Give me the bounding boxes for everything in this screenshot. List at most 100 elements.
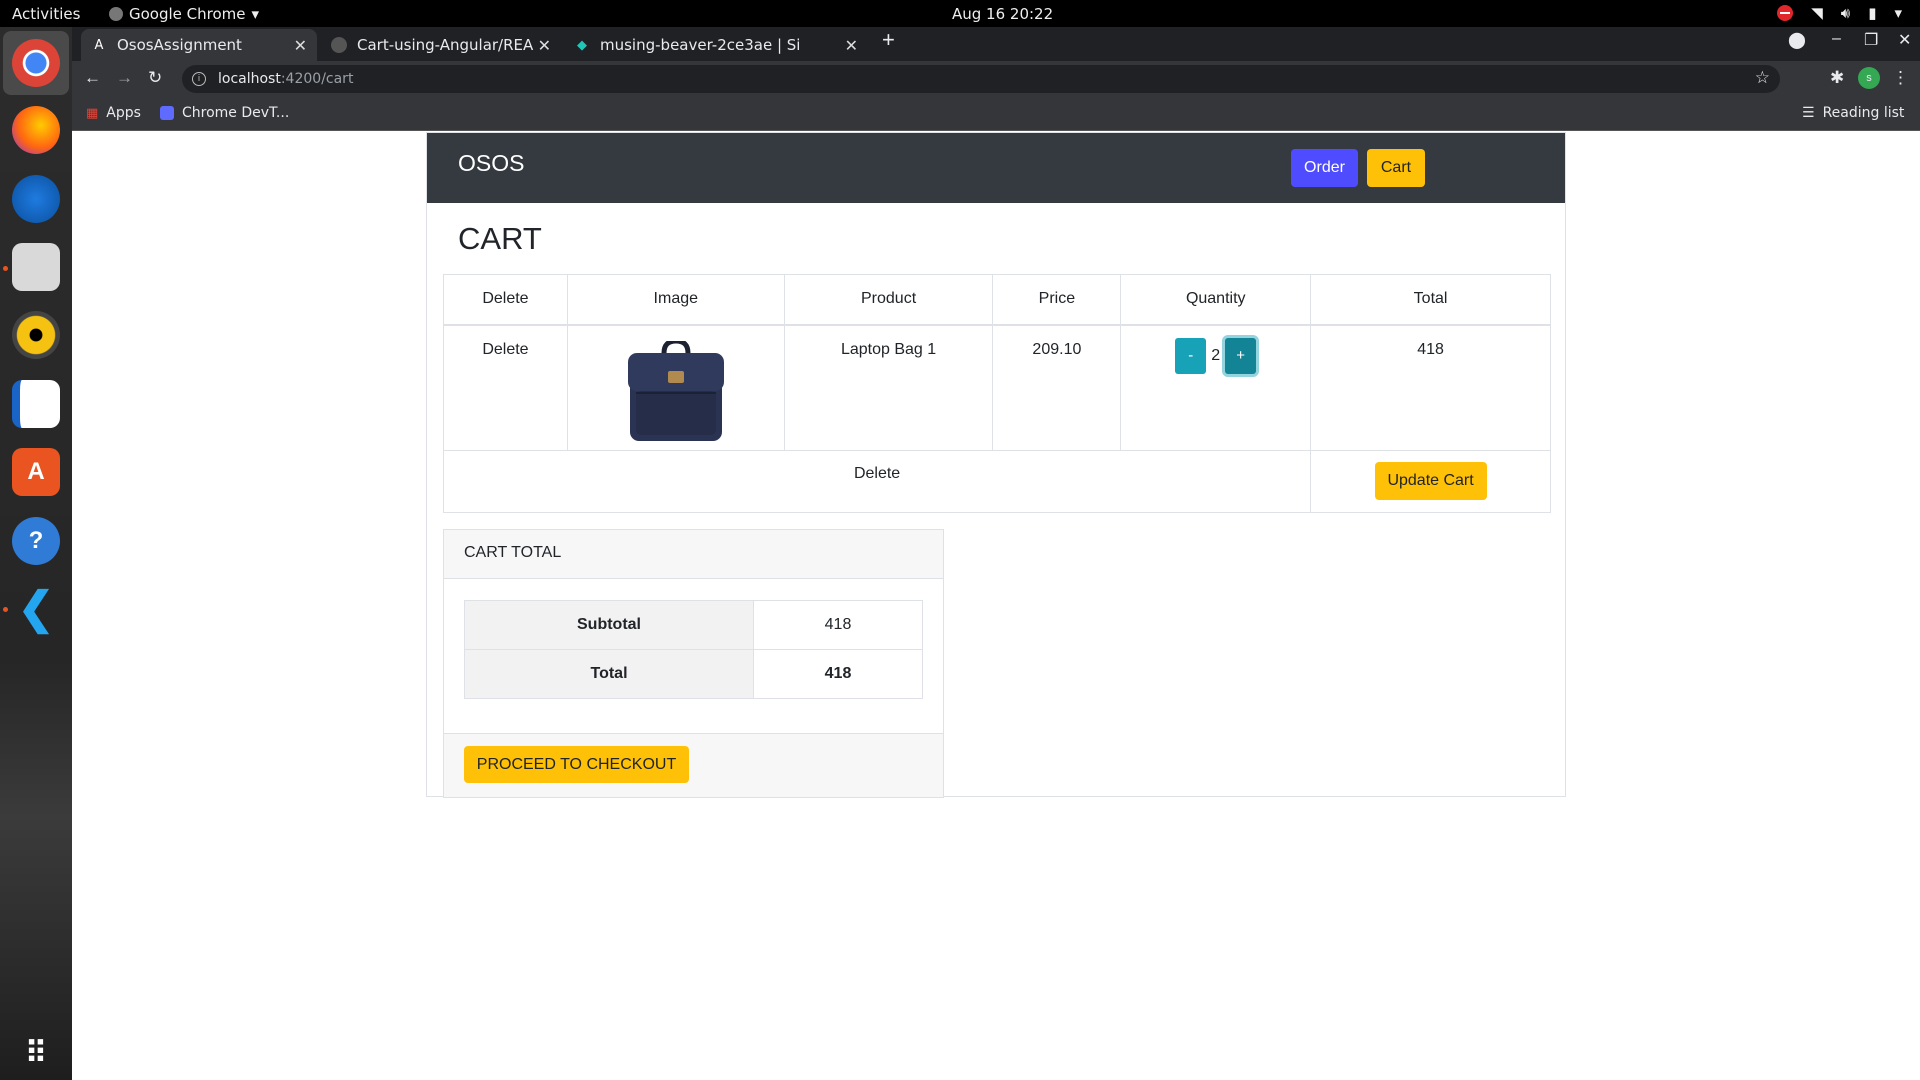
bookmark-chrome-devtools[interactable]: Chrome DevT... (160, 105, 289, 121)
libreoffice-writer-dock-icon[interactable] (12, 380, 60, 428)
reading-list-label: Reading list (1822, 105, 1905, 121)
system-tray[interactable]: ◥ 🔊︎ ▮ ▾ (1777, 4, 1902, 22)
totals-table: Subtotal 418 Total 418 (464, 600, 923, 699)
column-header-product: Product (783, 274, 994, 326)
proceed-to-checkout-button[interactable]: PROCEED TO CHECKOUT (464, 746, 689, 783)
help-dock-icon[interactable]: ? (12, 517, 60, 565)
show-apps-icon[interactable]: ⠿ (12, 1029, 60, 1077)
laptop-bag-image (627, 337, 724, 441)
subtotal-label: Subtotal (464, 600, 754, 650)
brand[interactable]: OSOS (458, 150, 524, 177)
tab-title: Cart-using-Angular/READ (357, 36, 545, 54)
site-info-icon[interactable]: i (192, 72, 206, 86)
close-window-icon[interactable]: ✕ (1898, 30, 1911, 50)
column-header-quantity: Quantity (1120, 274, 1312, 326)
quantity-stepper: - 2 + (1175, 337, 1257, 374)
order-button[interactable]: Order (1291, 149, 1358, 187)
url-path: :4200/cart (280, 71, 354, 87)
power-menu-icon: ▾ (1894, 4, 1902, 22)
navbar: OSOS Order Cart (427, 133, 1565, 203)
delete-item-link[interactable]: Delete (482, 341, 528, 358)
app-menu[interactable]: Google Chrome ▾ (109, 5, 259, 23)
volume-icon: 🔊︎ (1840, 4, 1851, 22)
close-tab-icon[interactable]: ✕ (294, 36, 307, 55)
tab-ososassignment[interactable]: A OsosAssignment ✕ (81, 29, 317, 61)
cart-total-footer: PROCEED TO CHECKOUT (444, 733, 943, 797)
page-viewport: OSOS Order Cart CART Delete Image Produc… (72, 131, 1920, 1080)
chrome-icon (109, 7, 123, 21)
reading-list-icon: ☰ (1802, 105, 1815, 121)
cart-total-heading: CART TOTAL (444, 530, 943, 579)
bookmark-apps[interactable]: ▦ Apps (86, 105, 141, 121)
activities-button[interactable]: Activities (12, 5, 80, 23)
forward-icon[interactable]: → (116, 68, 133, 88)
url-host: localhost (218, 71, 281, 87)
caret-down-icon: ▾ (251, 5, 260, 23)
battery-icon: ▮ (1868, 4, 1877, 22)
devtools-icon (160, 106, 174, 120)
app-menu-label: Google Chrome (129, 5, 246, 23)
new-tab-icon[interactable]: + (882, 27, 895, 53)
back-icon[interactable]: ← (84, 68, 101, 88)
profile-avatar[interactable]: s (1858, 67, 1880, 89)
product-price: 209.10 (1032, 340, 1082, 358)
netlify-icon: ◆ (577, 37, 587, 53)
chrome-dock-icon[interactable] (12, 39, 60, 87)
cart-table: Delete Image Product Price Quantity Tota… (442, 274, 1551, 513)
product-name[interactable]: Laptop Bag 1 (841, 341, 936, 358)
decrease-quantity-button[interactable]: - (1175, 337, 1207, 374)
bookmark-label: Chrome DevT... (182, 105, 290, 121)
dock: A ? ❮ ⠿ (0, 27, 72, 1080)
extensions-icon[interactable]: ✱ (1830, 68, 1844, 88)
tab-title: OsosAssignment (117, 36, 242, 54)
github-icon (331, 37, 347, 53)
maximize-icon[interactable]: ❐ (1864, 30, 1878, 50)
column-header-delete: Delete (443, 274, 568, 326)
minimize-icon[interactable]: – (1832, 30, 1841, 48)
total-label: Total (464, 649, 754, 699)
running-indicator (3, 266, 8, 271)
bookmarks-bar: ▦ Apps Chrome DevT... ☰ Reading list (72, 97, 1920, 131)
bookmark-star-icon[interactable]: ☆ (1755, 68, 1770, 88)
files-dock-icon[interactable] (12, 243, 60, 291)
do-not-disturb-icon (1777, 5, 1794, 21)
delete-all-link[interactable]: Delete (854, 465, 900, 482)
total-value: 418 (753, 649, 923, 699)
angular-icon: A (94, 37, 104, 53)
firefox-dock-icon[interactable] (12, 106, 60, 154)
column-header-total: Total (1310, 274, 1551, 326)
cart-total-card: CART TOTAL Subtotal 418 Total 418 PROCEE… (443, 529, 944, 798)
tab-title: musing-beaver-2ce3ae | Si (600, 36, 801, 54)
increase-quantity-button[interactable]: + (1225, 337, 1257, 374)
thunderbird-dock-icon[interactable] (12, 175, 60, 223)
tab-strip: A OsosAssignment ✕ Cart-using-Angular/RE… (72, 27, 1920, 61)
update-cart-button[interactable]: Update Cart (1374, 462, 1487, 500)
table-row: Subtotal 418 (464, 600, 923, 650)
software-center-dock-icon[interactable]: A (12, 448, 60, 496)
tab-netlify[interactable]: ◆ musing-beaver-2ce3ae | Si ✕ (564, 29, 868, 61)
column-header-image: Image (566, 274, 785, 326)
tab-github[interactable]: Cart-using-Angular/READ ✕ (321, 29, 561, 61)
close-tab-icon[interactable]: ✕ (840, 35, 858, 55)
vscode-dock-icon[interactable]: ❮ (12, 584, 60, 633)
rhythmbox-dock-icon[interactable] (12, 311, 60, 359)
close-tab-icon[interactable]: ✕ (533, 35, 551, 55)
quantity-value: 2 (1211, 346, 1221, 364)
reading-list-button[interactable]: ☰ Reading list (1802, 105, 1904, 121)
wifi-icon: ◥ (1811, 4, 1823, 22)
column-header-price: Price (992, 274, 1122, 326)
address-bar[interactable]: i localhost:4200/cart ☆ (182, 65, 1780, 93)
chrome-menu-icon[interactable]: ⋮ (1892, 68, 1909, 88)
running-indicator (3, 607, 8, 612)
bookmark-label: Apps (106, 105, 141, 121)
browser-toolbar: ← → ↻ i localhost:4200/cart ☆ ✱ s ⋮ (72, 61, 1920, 97)
cart-button[interactable]: Cart (1367, 149, 1425, 187)
line-total: 418 (1417, 340, 1444, 358)
table-footer-row: Delete Update Cart (442, 449, 1551, 513)
tab-search-icon[interactable]: ⬤ (1788, 30, 1806, 50)
apps-grid-icon: ▦ (86, 105, 99, 121)
reload-icon[interactable]: ↻ (148, 68, 162, 88)
system-top-bar: Activities Google Chrome ▾ Aug 16 20:22 ◥… (0, 0, 1920, 27)
clock[interactable]: Aug 16 20:22 (952, 5, 1053, 23)
table-row: Total 418 (464, 649, 923, 699)
